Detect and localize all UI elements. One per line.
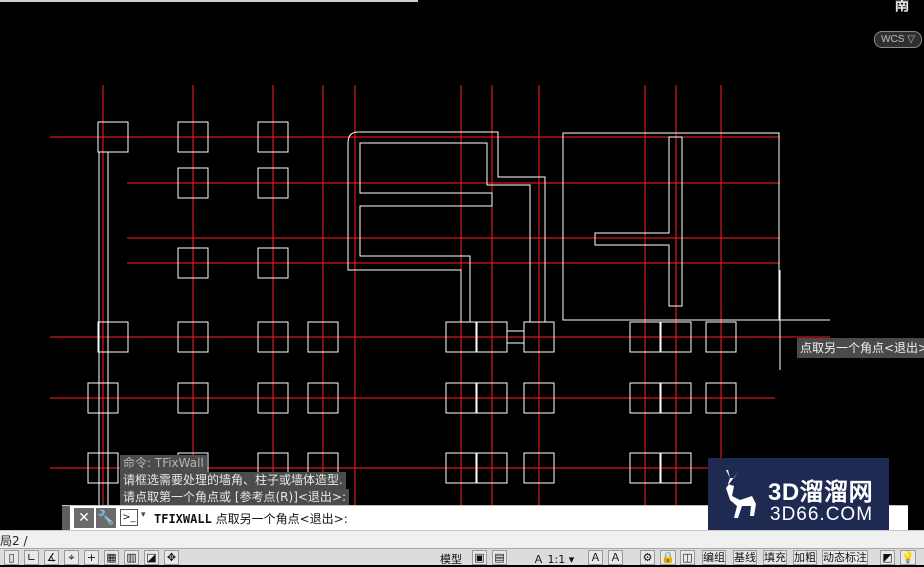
status-item-dynamic-dimension[interactable]: 动态标注 bbox=[822, 550, 868, 565]
title-bar-edge bbox=[0, 0, 418, 2]
ortho-icon[interactable]: ∟ bbox=[24, 550, 39, 565]
command-name: TFIXWALL bbox=[154, 512, 212, 526]
quick-view-layouts-icon[interactable]: ▣ bbox=[472, 550, 487, 565]
command-prompt: 点取另一个角点<退出>: bbox=[215, 512, 348, 526]
cursor-prompt-tooltip: 点取另一个角点<退出> bbox=[797, 338, 924, 358]
wall-outline bbox=[347, 131, 546, 322]
tab-layout[interactable]: 局2 / bbox=[0, 532, 28, 549]
command-prompt-icon[interactable]: >_ bbox=[120, 509, 138, 526]
watermark-brand: 3D溜溜网 bbox=[768, 479, 874, 506]
history-line: 请点取第一个角点或 [参考点(R)]<退出>: bbox=[120, 489, 350, 506]
status-item-bold[interactable]: 加粗 bbox=[793, 550, 817, 565]
status-bar: ▯ ∟ ∡ ⌖ + ▦ ▥ ◪ ✥ 模型 ▣ ▤ Ａ 1:1 ▾ Ａ Ａ ⚙ 🔒… bbox=[0, 548, 924, 566]
dynamic-ucs-icon[interactable]: ✥ bbox=[164, 550, 179, 565]
quick-view-drawings-icon[interactable]: ▤ bbox=[492, 550, 507, 565]
deer-icon bbox=[726, 468, 756, 518]
grid-icon[interactable]: ▦ bbox=[104, 550, 119, 565]
watermark-domain: 3D66.COM bbox=[770, 504, 874, 525]
wall-outline bbox=[594, 136, 683, 307]
close-icon[interactable]: ✕ bbox=[74, 508, 94, 528]
annotation-scale-value: 1:1 bbox=[547, 553, 566, 566]
room-outline bbox=[562, 132, 780, 321]
chevron-down-icon: ▾ bbox=[568, 553, 575, 566]
status-item-group[interactable]: 编组 bbox=[702, 550, 726, 565]
lightbulb-icon[interactable]: 💡 bbox=[900, 550, 916, 565]
status-item-baseline[interactable]: 基线 bbox=[733, 550, 757, 565]
annotation-visibility-icon[interactable]: Ａ bbox=[588, 550, 603, 565]
osnap-icon[interactable]: ⌖ bbox=[64, 550, 79, 565]
watermark-logo: 3D溜溜网 3D66.COM bbox=[708, 458, 889, 531]
command-input[interactable]: TFIXWALL 点取另一个角点<退出>: bbox=[154, 510, 348, 527]
polar-icon[interactable]: ∡ bbox=[44, 550, 59, 565]
snap-icon[interactable]: ▯ bbox=[4, 550, 19, 565]
transparency-icon[interactable]: ▥ bbox=[124, 550, 139, 565]
layout-tabs[interactable]: 局2 / bbox=[0, 530, 924, 548]
viewcube-compass[interactable]: 南 bbox=[882, 0, 922, 14]
status-item-fill[interactable]: 填充 bbox=[763, 550, 787, 565]
chevron-down-icon[interactable]: ▾ bbox=[141, 510, 146, 520]
history-line: 命令: TFixWall bbox=[120, 455, 207, 472]
otrack-icon[interactable]: + bbox=[84, 550, 99, 565]
command-history: 命令: TFixWall 请框选需要处理的墙角、柱子或墙体造型. 请点取第一个角… bbox=[120, 455, 350, 506]
lock-icon[interactable]: 🔒 bbox=[660, 550, 676, 565]
selection-cycling-icon[interactable]: ◪ bbox=[144, 550, 159, 565]
autoscale-icon[interactable]: Ａ bbox=[608, 550, 623, 565]
isolate-objects-icon[interactable]: ◩ bbox=[880, 550, 895, 565]
drag-handle[interactable] bbox=[62, 506, 70, 530]
wrench-icon[interactable]: 🔧 bbox=[96, 508, 116, 528]
history-line: 请框选需要处理的墙角、柱子或墙体造型. bbox=[120, 472, 346, 489]
workspace-gear-icon[interactable]: ⚙ bbox=[640, 550, 655, 565]
wcs-menu-button[interactable]: WCS ▽ bbox=[874, 31, 922, 48]
hardware-acceleration-icon[interactable]: ◫ bbox=[680, 550, 695, 565]
annotation-scale-icon: Ａ bbox=[533, 553, 544, 566]
